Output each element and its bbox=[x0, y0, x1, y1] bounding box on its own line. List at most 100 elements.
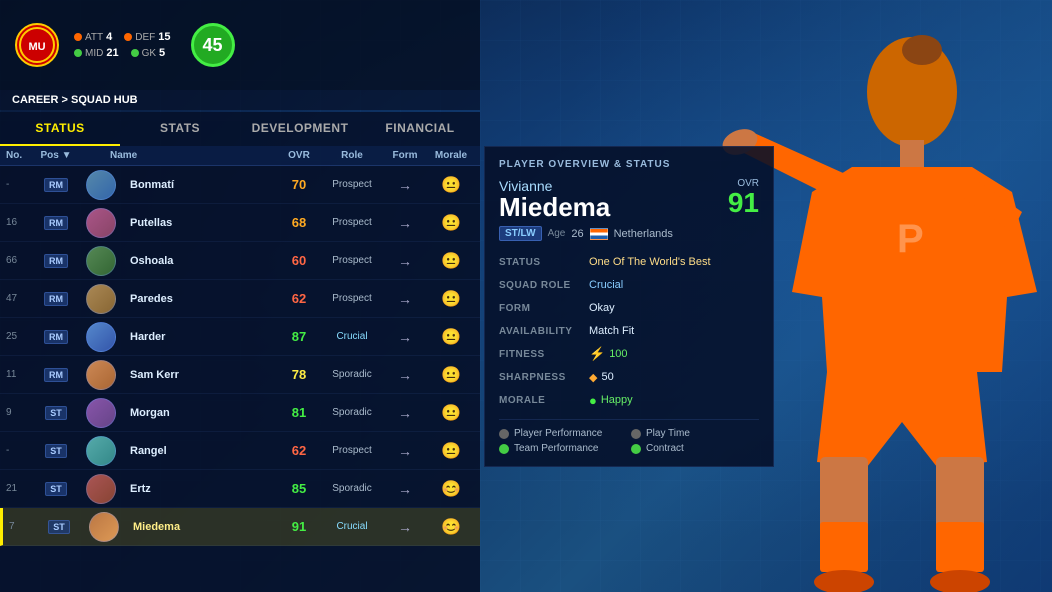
cell-morale: 😐 bbox=[428, 213, 474, 233]
overview-stat-row: FITNESS ⚡100 bbox=[499, 345, 759, 363]
player-last-name: Miedema bbox=[499, 194, 610, 220]
form-arrow: → bbox=[398, 481, 412, 497]
cell-name: Harder bbox=[126, 331, 276, 343]
team-stats: ATT 4 DEF 15 MID 21 GK 5 bbox=[74, 31, 171, 59]
player-avatar bbox=[89, 512, 119, 542]
metric-item: Play Time bbox=[631, 428, 759, 439]
overview-stat-row: AVAILABILITY Match Fit bbox=[499, 322, 759, 340]
att-stat: ATT 4 bbox=[74, 31, 112, 43]
pos-badge: ST bbox=[45, 444, 67, 458]
cell-name: Ertz bbox=[126, 483, 276, 495]
overview-stat-row: STATUS One Of The World's Best bbox=[499, 253, 759, 271]
metric-label: Contract bbox=[646, 443, 684, 454]
mid-dot bbox=[74, 49, 82, 57]
cell-role: Sporadic bbox=[322, 407, 382, 418]
cell-morale: 😐 bbox=[428, 403, 474, 423]
cell-no: 16 bbox=[6, 217, 36, 228]
stat-key: MORALE bbox=[499, 395, 589, 406]
col-form: Form bbox=[382, 150, 428, 161]
col-pos[interactable]: Pos ▼ bbox=[36, 150, 76, 161]
tab-status[interactable]: STATUS bbox=[0, 112, 120, 146]
table-row[interactable]: 66 RM Oshoala 60 Prospect → 😐 bbox=[0, 242, 480, 280]
cell-name: Bonmatí bbox=[126, 179, 276, 191]
cell-name: Rangel bbox=[126, 445, 276, 457]
form-arrow: → bbox=[398, 405, 412, 421]
cell-avatar bbox=[79, 512, 129, 542]
stat-value: Okay bbox=[589, 302, 759, 314]
player-name: Miedema bbox=[133, 521, 180, 533]
cell-role: Sporadic bbox=[322, 369, 382, 380]
role-text: Crucial bbox=[336, 331, 367, 342]
table-row[interactable]: 21 ST Ertz 85 Sporadic → 😊 bbox=[0, 470, 480, 508]
cell-role: Prospect bbox=[322, 217, 382, 228]
cell-form: → bbox=[382, 329, 428, 345]
cell-pos: RM bbox=[36, 292, 76, 306]
morale-icon: 😐 bbox=[441, 365, 461, 385]
table-row[interactable]: - RM Bonmatí 70 Prospect → 😐 bbox=[0, 166, 480, 204]
cell-form: → bbox=[382, 177, 428, 193]
table-body: - RM Bonmatí 70 Prospect → 😐 16 RM bbox=[0, 166, 480, 546]
cell-avatar bbox=[76, 398, 126, 428]
table-row[interactable]: 47 RM Paredes 62 Prospect → 😐 bbox=[0, 280, 480, 318]
cell-form: → bbox=[382, 367, 428, 383]
morale-icon: 😊 bbox=[441, 517, 461, 537]
cell-role: Prospect bbox=[322, 179, 382, 190]
metrics-row: Player Performance Play Time Team Perfor… bbox=[499, 419, 759, 454]
stat-key: SQUAD ROLE bbox=[499, 280, 589, 291]
role-text: Prospect bbox=[332, 179, 371, 190]
circle-icon: ● bbox=[589, 393, 597, 408]
ovr-value: 85 bbox=[292, 481, 306, 496]
cell-morale: 😐 bbox=[428, 251, 474, 271]
stat-value: Match Fit bbox=[589, 325, 759, 337]
cell-ovr: 68 bbox=[276, 215, 322, 230]
cell-ovr: 78 bbox=[276, 367, 322, 382]
overview-stat-row: FORM Okay bbox=[499, 299, 759, 317]
cell-role: Sporadic bbox=[322, 483, 382, 494]
stat-value: ●Happy bbox=[589, 393, 759, 408]
cell-name: Putellas bbox=[126, 217, 276, 229]
role-text: Prospect bbox=[332, 255, 371, 266]
team-ovr-badge: 45 bbox=[191, 23, 235, 67]
table-row[interactable]: 16 RM Putellas 68 Prospect → 😐 bbox=[0, 204, 480, 242]
ovr-value: 81 bbox=[292, 405, 306, 420]
gk-dot bbox=[131, 49, 139, 57]
tab-development[interactable]: DEVELOPMENT bbox=[240, 112, 360, 146]
ovr-value: 68 bbox=[292, 215, 306, 230]
table-row[interactable]: 11 RM Sam Kerr 78 Sporadic → 😐 bbox=[0, 356, 480, 394]
stat-value: Crucial bbox=[589, 279, 759, 291]
player-name: Ertz bbox=[130, 483, 151, 495]
cell-avatar bbox=[76, 208, 126, 238]
cell-no: 9 bbox=[6, 407, 36, 418]
player-name: Bonmatí bbox=[130, 179, 174, 191]
cell-pos: ST bbox=[36, 482, 76, 496]
cell-form: → bbox=[382, 519, 428, 535]
player-avatar bbox=[86, 398, 116, 428]
table-row[interactable]: 7 ST Miedema 91 Crucial → 😊 bbox=[0, 508, 480, 546]
player-avatar bbox=[86, 474, 116, 504]
tab-financial[interactable]: FINANCIAL bbox=[360, 112, 480, 146]
player-name: Sam Kerr bbox=[130, 369, 179, 381]
cell-pos: ST bbox=[36, 406, 76, 420]
player-avatar bbox=[86, 170, 116, 200]
cell-pos: RM bbox=[36, 178, 76, 192]
table-row[interactable]: 25 RM Harder 87 Crucial → 😐 bbox=[0, 318, 480, 356]
cell-form: → bbox=[382, 291, 428, 307]
player-avatar bbox=[86, 436, 116, 466]
player-overview-panel: PLAYER OVERVIEW & STATUS Vivianne Miedem… bbox=[484, 146, 774, 467]
player-meta: ST/LW Age 26 Netherlands bbox=[499, 226, 759, 241]
player-name-area: Vivianne Miedema OVR 91 bbox=[499, 178, 759, 220]
col-no: No. bbox=[6, 150, 36, 161]
table-row[interactable]: 9 ST Morgan 81 Sporadic → 😐 bbox=[0, 394, 480, 432]
cell-role: Crucial bbox=[322, 521, 382, 532]
cell-ovr: 85 bbox=[276, 481, 322, 496]
svg-text:MU: MU bbox=[28, 41, 45, 53]
age-value: 26 bbox=[571, 228, 583, 240]
cell-no: 66 bbox=[6, 255, 36, 266]
tab-stats[interactable]: STATS bbox=[120, 112, 240, 146]
ovr-value: 62 bbox=[292, 291, 306, 306]
morale-icon: 😊 bbox=[441, 479, 461, 499]
player-name: Oshoala bbox=[130, 255, 173, 267]
table-row[interactable]: - ST Rangel 62 Prospect → 😐 bbox=[0, 432, 480, 470]
metric-item: Contract bbox=[631, 443, 759, 454]
player-avatar bbox=[86, 246, 116, 276]
